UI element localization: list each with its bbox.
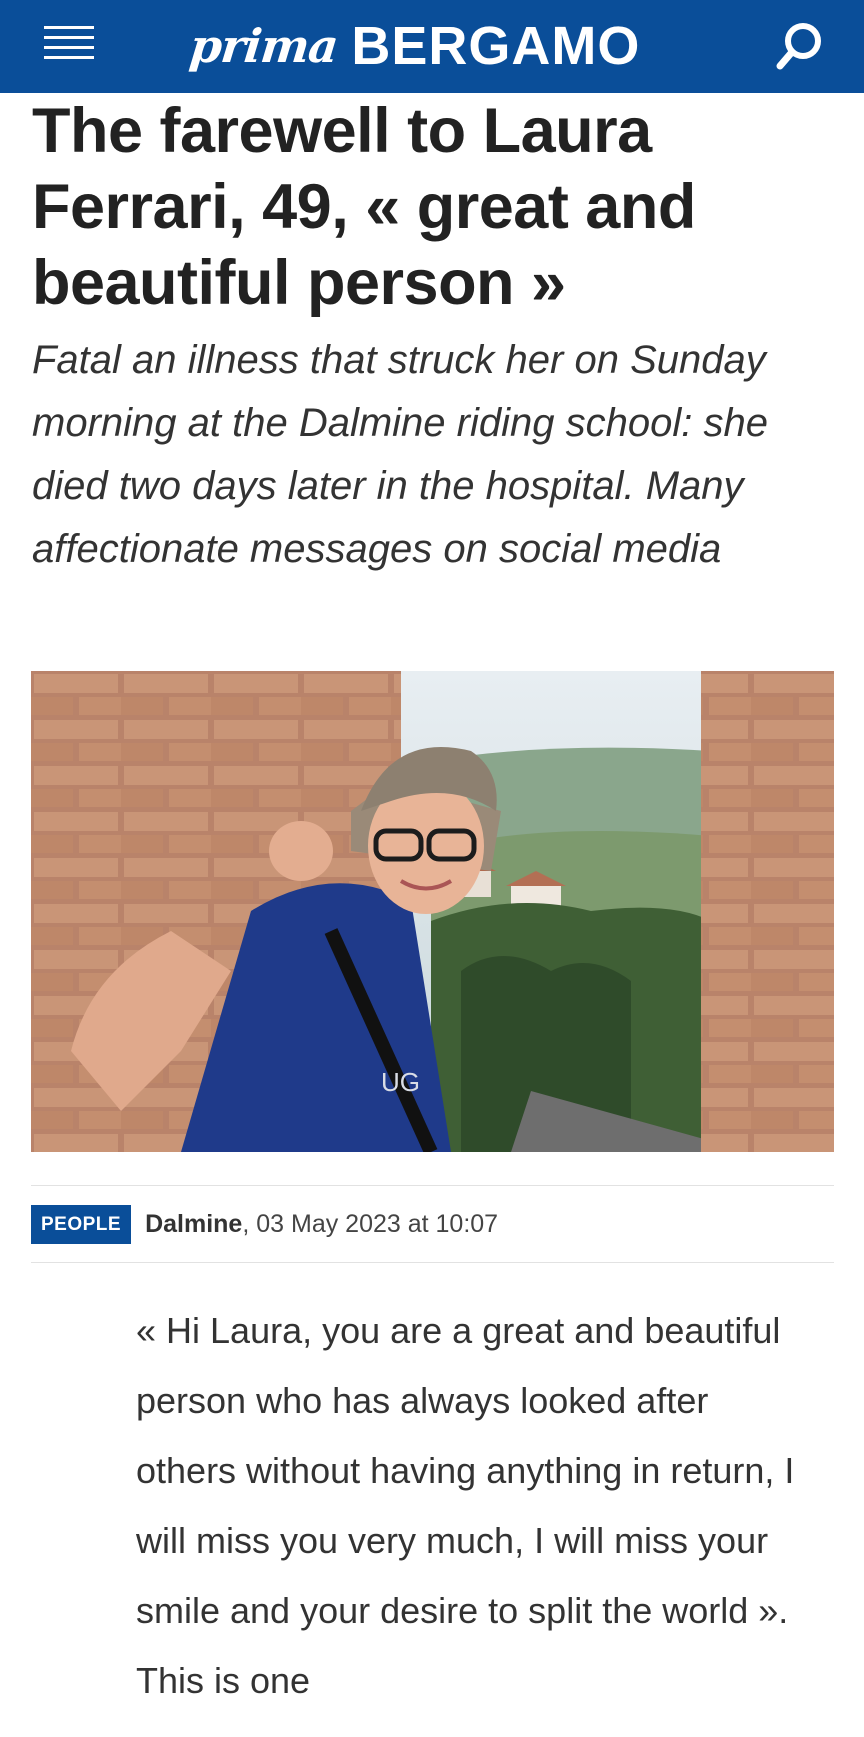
article-place: Dalmine — [145, 1209, 243, 1238]
article-meta: PEOPLE Dalmine, 03 May 2023 at 10:07 — [31, 1185, 834, 1263]
logo-city-text: BERGAMO — [351, 16, 641, 76]
article-subtitle: Fatal an illness that struck her on Sund… — [32, 338, 768, 571]
svg-text:UG: UG — [381, 1067, 420, 1097]
top-navigation-bar: prima BERGAMO — [0, 0, 864, 93]
article-date: , 03 May 2023 at 10:07 — [242, 1209, 499, 1238]
meta-line: Dalmine, 03 May 2023 at 10:07 — [145, 1210, 498, 1239]
article-photo[interactable]: UG — [31, 671, 834, 1152]
photo-illustration: UG — [31, 671, 834, 1152]
logo-prima-text: prima — [187, 19, 341, 73]
article-title: The farewell to Laura Ferrari, 49, « gre… — [32, 96, 696, 318]
article-header: The farewell to Laura Ferrari, 49, « gre… — [32, 93, 834, 581]
article-body: « Hi Laura, you are a great and beautifu… — [136, 1310, 795, 1701]
hamburger-menu-icon[interactable] — [44, 26, 94, 66]
category-badge[interactable]: PEOPLE — [31, 1204, 132, 1244]
search-icon[interactable] — [772, 18, 828, 74]
site-logo[interactable]: prima BERGAMO — [187, 6, 641, 86]
